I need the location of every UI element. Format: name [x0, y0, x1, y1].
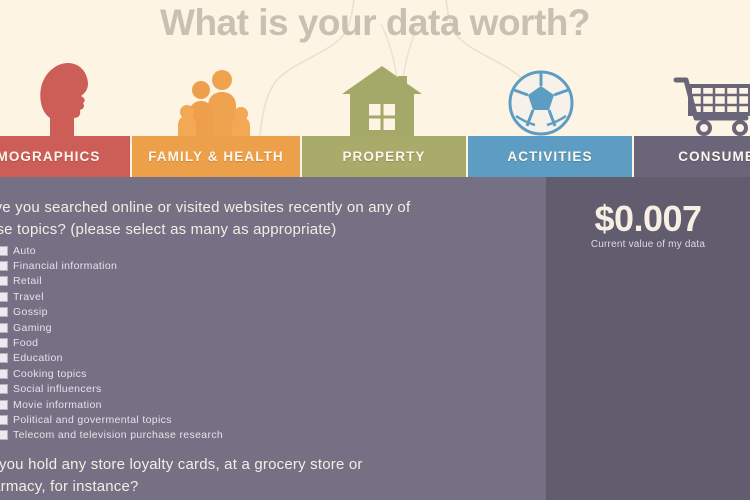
list-item[interactable]: Retail [0, 274, 520, 289]
list-item[interactable]: Telecom and television purchase research [0, 428, 520, 443]
tab-demographics[interactable]: DEMOGRAPHICS [0, 136, 132, 177]
loyalty-question: Do you hold any store loyalty cards, at … [0, 454, 363, 498]
topic-checkbox[interactable] [0, 414, 8, 425]
topic-checkbox[interactable] [0, 384, 8, 395]
topic-checkbox[interactable] [0, 399, 8, 410]
list-item[interactable]: Gaming [0, 320, 520, 335]
soccer-ball-icon [508, 70, 574, 136]
head-silhouette-icon [40, 63, 88, 138]
topic-checkbox[interactable] [0, 322, 8, 333]
page-title: What is your data worth? [160, 2, 590, 43]
topic-label: Movie information [13, 398, 102, 411]
list-item[interactable]: Auto [0, 243, 520, 258]
list-item[interactable]: Education [0, 351, 520, 366]
topic-label: Gaming [13, 321, 52, 334]
list-item[interactable]: Movie information [0, 397, 520, 412]
topic-label: Travel [13, 290, 44, 303]
house-icon [342, 66, 422, 138]
topic-label: Political and govermental topics [13, 413, 172, 426]
list-item[interactable]: Travel [0, 289, 520, 304]
topic-label: Retail [13, 275, 42, 288]
tab-family-health-label: FAMILY & HEALTH [148, 149, 284, 164]
tab-family-health[interactable]: FAMILY & HEALTH [130, 136, 302, 177]
category-tab-bar: DEMOGRAPHICS FAMILY & HEALTH PROPERTY AC… [0, 136, 750, 178]
topic-label: Telecom and television purchase research [13, 429, 224, 442]
search-question-line1: Have you searched online or visited webs… [0, 199, 411, 216]
search-question-line2: these topics? (please select as many as … [0, 221, 337, 238]
tab-activities-label: ACTIVITIES [507, 149, 593, 164]
topic-label: Cooking topics [13, 367, 87, 380]
topic-checkbox[interactable] [0, 430, 8, 441]
list-item[interactable]: Political and govermental topics [0, 412, 520, 427]
topic-checkbox[interactable] [0, 245, 8, 256]
topic-label: Gossip [13, 306, 48, 319]
data-worth-calculator-screen: What is your data worth? MOGRAPHICS FAMI… [0, 0, 750, 500]
list-item[interactable]: Gossip [0, 305, 520, 320]
topic-checkbox-list: Auto Financial information Retail Travel… [0, 243, 520, 443]
tab-activities[interactable]: ACTIVITIES [466, 136, 634, 177]
list-item[interactable]: Financial information [0, 258, 520, 273]
data-value-caption: Current value of my data [590, 239, 706, 250]
tab-property[interactable]: PROPERTY [300, 136, 468, 177]
tab-demographics-label: DEMOGRAPHICS [0, 149, 101, 164]
tab-property-label: PROPERTY [342, 149, 426, 164]
search-question: Have you searched online or visited webs… [0, 197, 410, 241]
topic-label: Financial information [13, 260, 118, 273]
list-item[interactable]: Food [0, 335, 520, 350]
main-content: Have you searched online or visited webs… [0, 177, 750, 500]
data-value-amount: $0.007 [594, 198, 702, 239]
topic-label: Social influencers [13, 383, 102, 396]
value-panel: $0.007 Current value of my data [546, 177, 750, 500]
topic-checkbox[interactable] [0, 307, 8, 318]
shopping-cart-icon [673, 77, 750, 136]
topic-label: Food [13, 337, 39, 350]
topic-checkbox[interactable] [0, 276, 8, 287]
topic-checkbox[interactable] [0, 338, 8, 349]
tab-consumer[interactable]: CONSUMER [632, 136, 750, 177]
topic-label: Education [13, 352, 63, 365]
tab-consumer-label: CONSUMER [678, 149, 750, 164]
header-banner: What is your data worth? [0, 0, 750, 138]
topic-checkbox[interactable] [0, 261, 8, 272]
list-item[interactable]: Social influencers [0, 382, 520, 397]
questionnaire-panel: Have you searched online or visited webs… [0, 177, 546, 500]
list-item[interactable]: Cooking topics [0, 366, 520, 381]
loyalty-question-line1: Do you hold any store loyalty cards, at … [0, 456, 363, 473]
topic-checkbox[interactable] [0, 291, 8, 302]
topic-label: Auto [13, 244, 36, 257]
loyalty-question-line2: pharmacy, for instance? [0, 478, 139, 495]
family-group-icon [178, 70, 250, 138]
topic-checkbox[interactable] [0, 368, 8, 379]
topic-checkbox[interactable] [0, 353, 8, 364]
